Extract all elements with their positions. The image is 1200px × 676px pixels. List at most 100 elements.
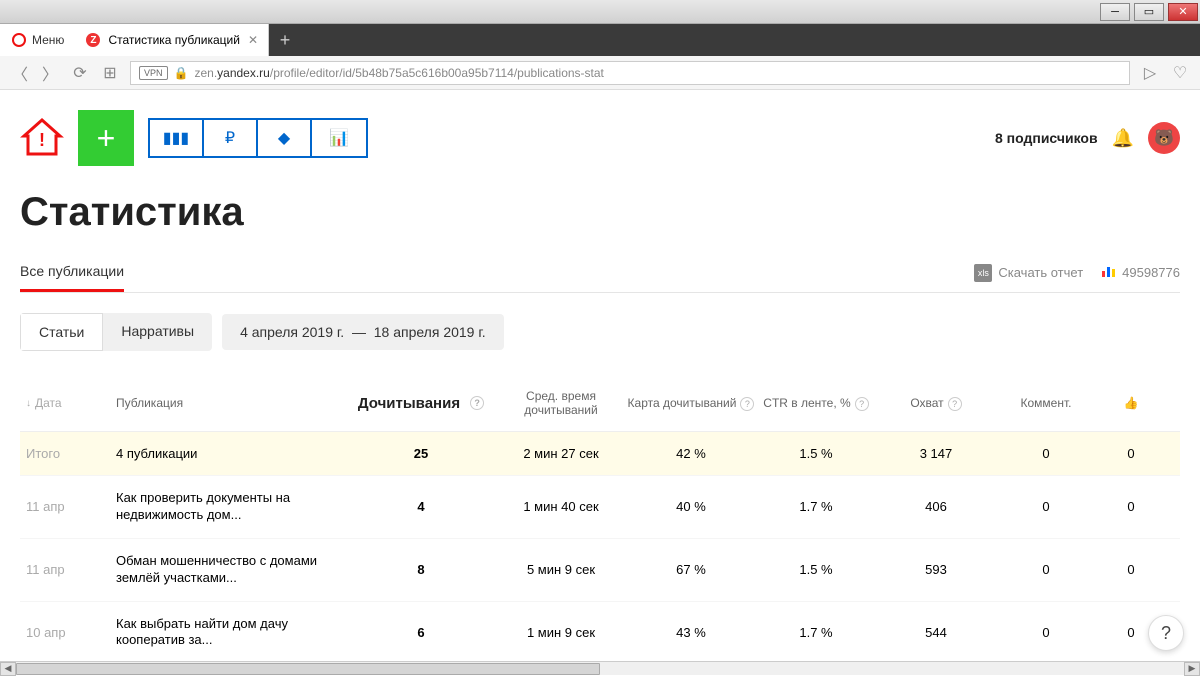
cell-avgtime: 5 мин 9 сек bbox=[496, 562, 626, 577]
karma-button[interactable]: ▮▮▮ bbox=[150, 120, 204, 156]
scroll-track[interactable] bbox=[16, 662, 1184, 676]
date-range-picker[interactable]: 4 апреля 2019 г. — 18 апреля 2019 г. bbox=[222, 314, 504, 350]
header-toolbar: ▮▮▮ ₽ ◆ 📊 bbox=[148, 118, 368, 158]
totals-likes: 0 bbox=[1096, 446, 1166, 461]
browser-tab-bar: Меню Z Статистика публикаций ✕ + bbox=[0, 24, 1200, 56]
cell-date: 11 апр bbox=[26, 562, 116, 577]
col-date-header[interactable]: ↓Дата bbox=[26, 396, 116, 410]
cell-date: 10 апр bbox=[26, 625, 116, 640]
cell-reach: 406 bbox=[876, 499, 996, 514]
help-icon[interactable]: ? bbox=[948, 397, 962, 411]
help-icon[interactable]: ? bbox=[855, 397, 869, 411]
svg-text:!: ! bbox=[39, 130, 45, 150]
opera-icon bbox=[12, 33, 26, 47]
tab-articles[interactable]: Статьи bbox=[20, 313, 103, 351]
page-content: ! + ▮▮▮ ₽ ◆ 📊 8 подписчиков 🔔 🐻 Статисти… bbox=[0, 90, 1200, 661]
tab-narratives[interactable]: Нарративы bbox=[103, 313, 212, 351]
sort-arrow-icon: ↓ bbox=[26, 398, 31, 409]
ruble-icon: ₽ bbox=[225, 128, 235, 148]
back-button[interactable]: 〈 bbox=[10, 61, 30, 85]
totals-map: 42 % bbox=[626, 446, 756, 461]
table-row-totals: Итого 4 публикации 25 2 мин 27 сек 42 % … bbox=[20, 432, 1180, 476]
new-tab-button[interactable]: + bbox=[269, 24, 301, 56]
diamond-icon: ◆ bbox=[278, 128, 290, 148]
cell-avgtime: 1 мин 40 сек bbox=[496, 499, 626, 514]
xls-icon: xls bbox=[974, 264, 992, 282]
cell-publication[interactable]: Как выбрать найти дом дачу кооператив за… bbox=[116, 616, 346, 650]
col-reads-header[interactable]: Дочитывания? bbox=[346, 395, 496, 412]
col-ctr-header[interactable]: CTR в ленте, %? bbox=[756, 396, 876, 411]
content-type-tabs: Статьи Нарративы bbox=[20, 313, 212, 351]
download-report-label: Скачать отчет bbox=[998, 265, 1083, 280]
tab-title: Статистика публикаций bbox=[108, 33, 240, 47]
col-publication-header[interactable]: Публикация bbox=[116, 396, 346, 410]
metrika-icon bbox=[1101, 265, 1116, 280]
totals-publication: 4 публикации bbox=[116, 446, 346, 461]
thumbs-up-icon: 👍 bbox=[1124, 396, 1139, 410]
forward-button[interactable]: 〉 bbox=[40, 61, 60, 85]
cell-comments: 0 bbox=[996, 625, 1096, 640]
totals-comments: 0 bbox=[996, 446, 1096, 461]
window-maximize-button[interactable]: ▭ bbox=[1134, 3, 1164, 21]
add-publication-button[interactable]: + bbox=[78, 110, 134, 166]
totals-label: Итого bbox=[26, 446, 116, 461]
window-minimize-button[interactable]: ─ bbox=[1100, 3, 1130, 21]
help-icon[interactable]: ? bbox=[470, 396, 484, 410]
cell-reads: 8 bbox=[346, 562, 496, 577]
help-icon[interactable]: ? bbox=[740, 397, 754, 411]
metrika-link[interactable]: 49598776 bbox=[1101, 265, 1180, 280]
col-avgtime-header[interactable]: Сред. время дочитываний bbox=[496, 389, 626, 417]
totals-reach: 3 147 bbox=[876, 446, 996, 461]
cell-publication[interactable]: Как проверить документы на недвижимость … bbox=[116, 490, 346, 524]
filters: Статьи Нарративы 4 апреля 2019 г. — 18 а… bbox=[20, 313, 1180, 351]
help-button[interactable]: ? bbox=[1148, 615, 1184, 651]
browser-tab-active[interactable]: Z Статистика публикаций ✕ bbox=[76, 24, 269, 56]
subnav: Все публикации xls Скачать отчет 4959877… bbox=[20, 253, 1180, 293]
cell-likes: 0 bbox=[1096, 499, 1166, 514]
notifications-button[interactable]: 🔔 bbox=[1112, 128, 1134, 149]
premium-button[interactable]: ◆ bbox=[258, 120, 312, 156]
url-text: zen.yandex.ru/profile/editor/id/5b48b75a… bbox=[194, 66, 603, 80]
download-report-button[interactable]: xls Скачать отчет bbox=[974, 264, 1083, 282]
browser-menu-button[interactable]: Меню bbox=[0, 24, 76, 56]
stats-button[interactable]: 📊 bbox=[312, 120, 366, 156]
totals-reads: 25 bbox=[346, 446, 496, 461]
reload-button[interactable]: ⟳ bbox=[70, 63, 90, 83]
vpn-badge[interactable]: VPN bbox=[139, 66, 168, 80]
table-row[interactable]: 11 апрКак проверить документы на недвижи… bbox=[20, 476, 1180, 539]
avatar[interactable]: 🐻 bbox=[1148, 122, 1180, 154]
col-map-header[interactable]: Карта дочитываний? bbox=[626, 396, 756, 411]
app-header: ! + ▮▮▮ ₽ ◆ 📊 8 подписчиков 🔔 🐻 bbox=[20, 110, 1180, 166]
heart-icon[interactable]: ♡ bbox=[1170, 63, 1190, 83]
window-close-button[interactable]: ✕ bbox=[1168, 3, 1198, 21]
subscribers-count: 8 подписчиков bbox=[995, 130, 1098, 146]
cell-avgtime: 1 мин 9 сек bbox=[496, 625, 626, 640]
totals-avgtime: 2 мин 27 сек bbox=[496, 446, 626, 461]
totals-ctr: 1.5 % bbox=[756, 446, 876, 461]
scroll-thumb[interactable] bbox=[16, 663, 600, 675]
tab-all-publications[interactable]: Все публикации bbox=[20, 253, 124, 292]
cell-ctr: 1.7 % bbox=[756, 625, 876, 640]
cell-ctr: 1.5 % bbox=[756, 562, 876, 577]
channel-logo-icon[interactable]: ! bbox=[20, 114, 64, 163]
cell-map: 67 % bbox=[626, 562, 756, 577]
col-comments-header[interactable]: Коммент. bbox=[996, 396, 1096, 410]
money-button[interactable]: ₽ bbox=[204, 120, 258, 156]
table-row[interactable]: 10 апрКак выбрать найти дом дачу коопера… bbox=[20, 602, 1180, 661]
scroll-right-button[interactable]: ▶ bbox=[1184, 662, 1200, 676]
cell-date: 11 апр bbox=[26, 499, 116, 514]
url-input[interactable]: VPN 🔒 zen.yandex.ru/profile/editor/id/5b… bbox=[130, 61, 1130, 85]
metrika-id-label: 49598776 bbox=[1122, 265, 1180, 280]
speed-dial-button[interactable]: ⊞ bbox=[100, 63, 120, 83]
tab-close-button[interactable]: ✕ bbox=[248, 33, 258, 47]
table-row[interactable]: 11 апрОбман мошенничество с домами землё… bbox=[20, 539, 1180, 602]
scroll-left-button[interactable]: ◀ bbox=[0, 662, 16, 676]
zen-favicon-icon: Z bbox=[86, 33, 100, 47]
page-title: Статистика bbox=[20, 190, 1180, 235]
stats-table: ↓Дата Публикация Дочитывания? Сред. врем… bbox=[20, 375, 1180, 661]
horizontal-scrollbar[interactable]: ◀ ▶ bbox=[0, 661, 1200, 675]
cell-publication[interactable]: Обман мошенничество с домами землёй учас… bbox=[116, 553, 346, 587]
col-reach-header[interactable]: Охват? bbox=[876, 396, 996, 411]
send-icon[interactable]: ▷ bbox=[1140, 63, 1160, 83]
col-likes-header[interactable]: 👍 bbox=[1096, 396, 1166, 410]
